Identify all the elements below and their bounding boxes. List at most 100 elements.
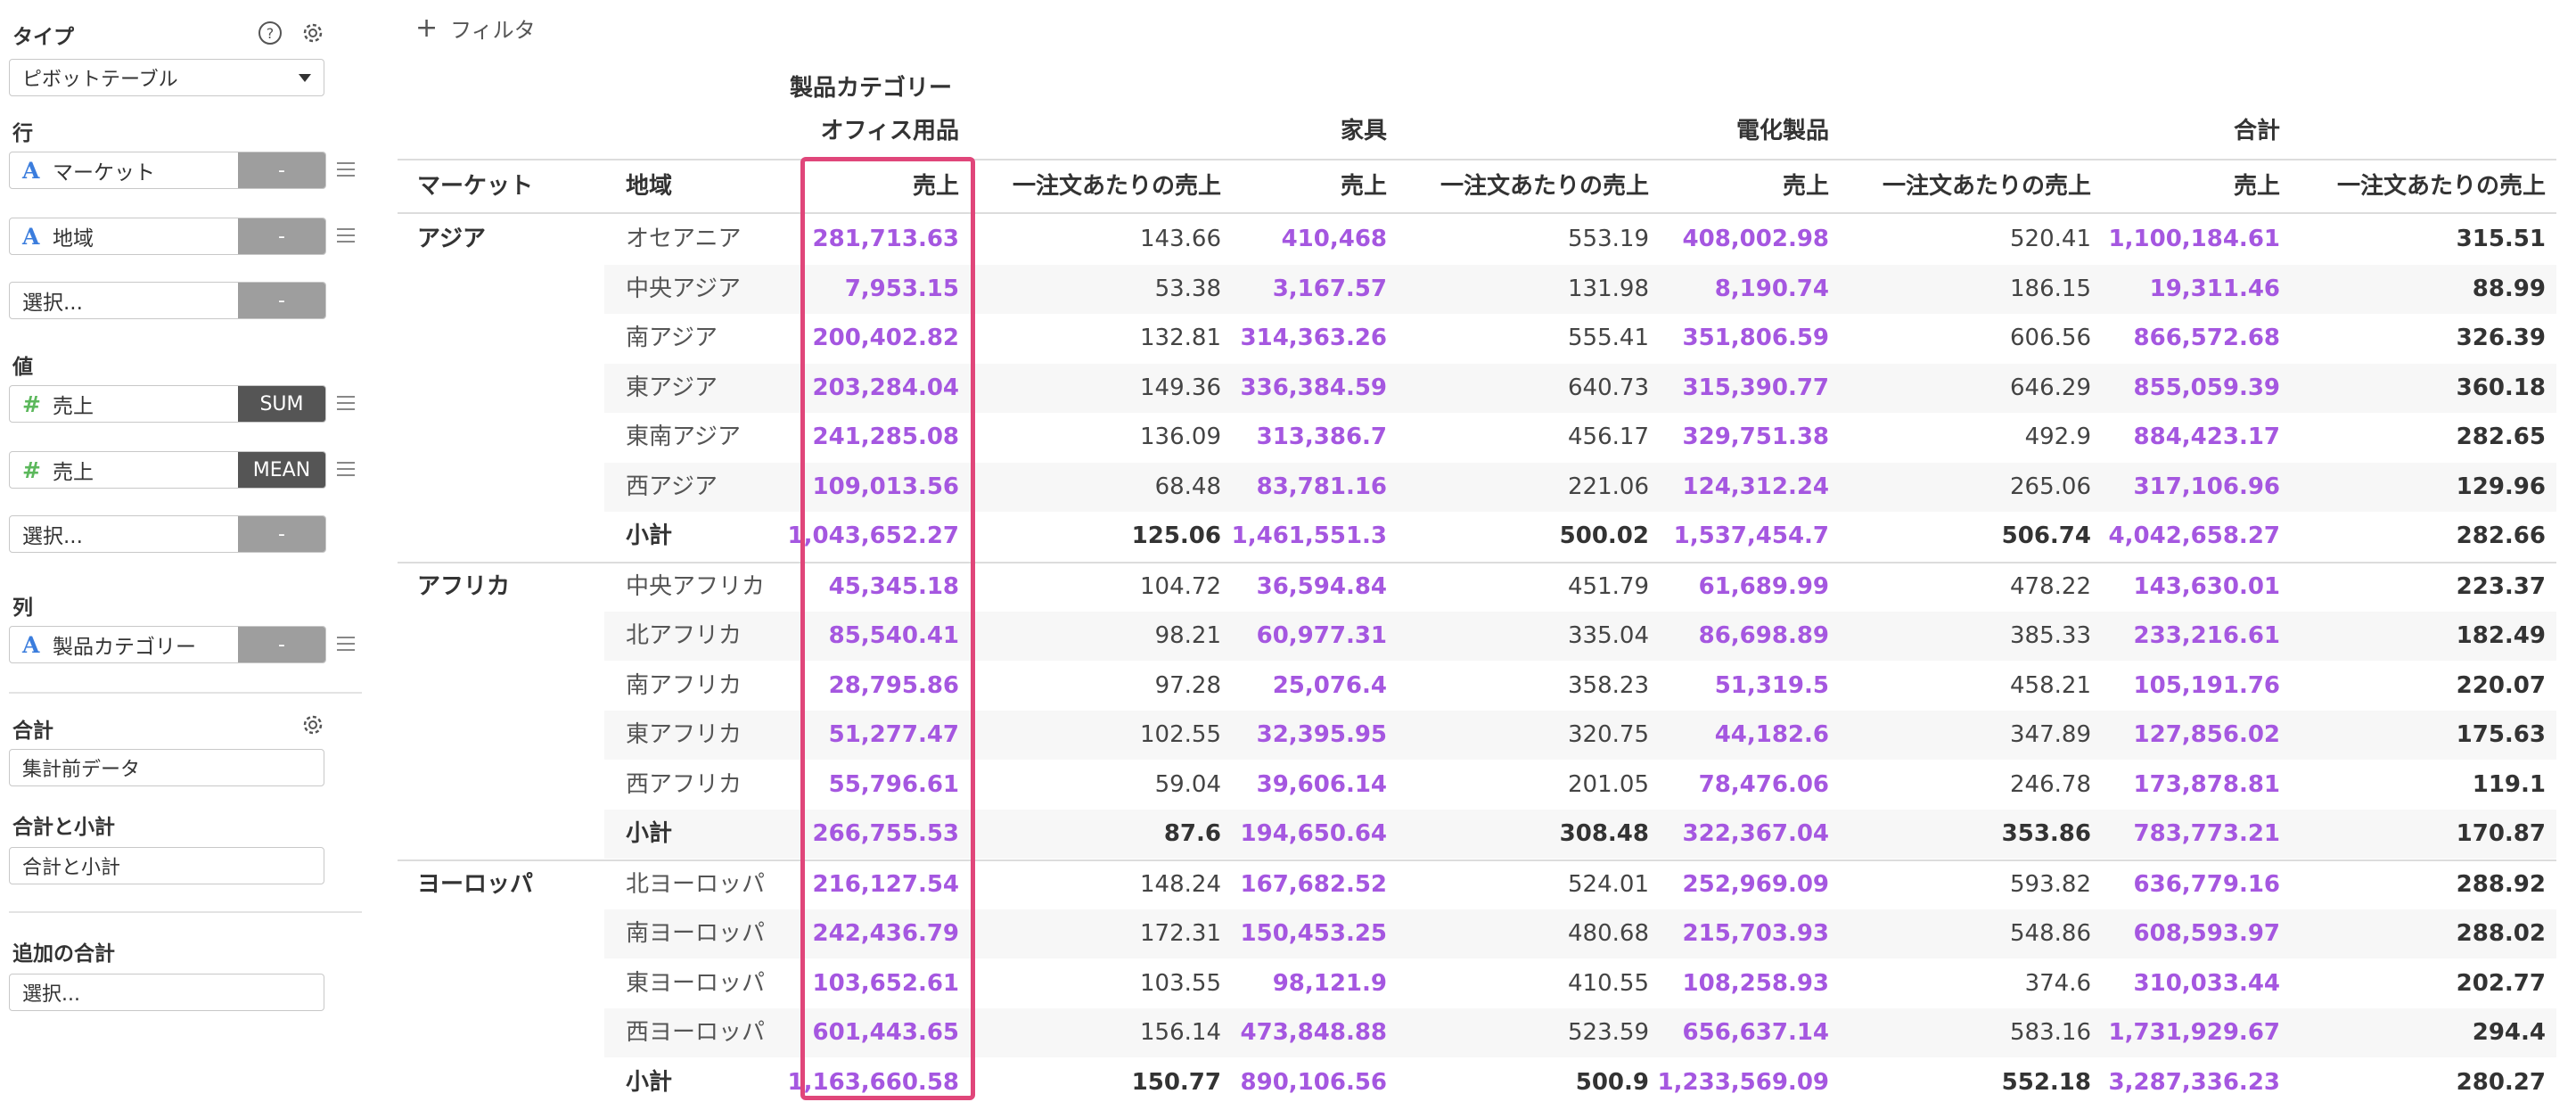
- total-subtotal-field[interactable]: 合計と小計: [9, 847, 324, 884]
- table-cell: 336,384.59: [1240, 374, 1387, 401]
- category-header: 家具: [1340, 118, 1387, 144]
- table-cell: 167,682.52: [1240, 870, 1387, 898]
- table-cell: 351,806.59: [1682, 325, 1829, 351]
- table-cell: 347.89: [2010, 721, 2091, 748]
- column-group-title: 製品カテゴリー: [790, 75, 953, 102]
- table-cell: 252,969.09: [1682, 870, 1829, 898]
- number-type-icon: #: [22, 456, 41, 483]
- field-aggregation-button[interactable]: MEAN: [238, 452, 325, 488]
- table-cell: 320.75: [1568, 721, 1649, 748]
- type-label: タイプ: [12, 26, 74, 49]
- table-cell: 44,182.6: [1714, 721, 1829, 748]
- chart-type-select[interactable]: ピボットテーブル: [9, 59, 324, 96]
- chevron-down-icon: [299, 73, 311, 82]
- table-cell: 186.15: [2010, 275, 2091, 302]
- field-aggregation-button[interactable]: -: [238, 627, 325, 662]
- table-cell: 1,163,660.58: [787, 1068, 959, 1096]
- table-cell: 783,773.21: [2133, 820, 2280, 847]
- table-cell: 182.49: [2456, 622, 2546, 649]
- market-label: アジア: [417, 226, 486, 252]
- help-icon[interactable]: ?: [257, 20, 283, 46]
- field-aggregation-button[interactable]: -: [238, 218, 325, 254]
- table-cell: 608,593.97: [2133, 920, 2280, 947]
- row-field-region[interactable]: A 地域 -: [9, 218, 326, 255]
- drag-handle-icon[interactable]: [337, 462, 355, 478]
- table-cell: 640.73: [1568, 374, 1649, 401]
- table-cell: 329,751.38: [1682, 424, 1829, 450]
- table-cell: 601,443.65: [812, 1019, 959, 1046]
- total-mode-field[interactable]: 集計前データ: [9, 749, 324, 786]
- table-cell: 200,402.82: [812, 325, 959, 351]
- measure-header: 売上: [1782, 173, 1829, 200]
- column-field-category[interactable]: A 製品カテゴリー -: [9, 626, 326, 663]
- pivot-settings-sidebar: タイプ ? ピボットテーブル 行 A マーケット - A 地域 - 選択... - …: [0, 0, 367, 1102]
- table-cell: 1,100,184.61: [2108, 226, 2280, 252]
- category-header: オフィス用品: [820, 118, 959, 144]
- drag-handle-icon[interactable]: [337, 162, 355, 178]
- category-header: 電化製品: [1735, 118, 1829, 144]
- table-cell: 315.51: [2456, 226, 2546, 252]
- table-cell: 374.6: [2024, 969, 2091, 997]
- extra-total-field[interactable]: 選択...: [9, 974, 324, 1011]
- row-field-market[interactable]: A マーケット -: [9, 152, 326, 189]
- row-field-select[interactable]: 選択... -: [9, 282, 326, 319]
- table-cell: 201.05: [1568, 770, 1649, 798]
- table-cell: 890,106.56: [1240, 1068, 1387, 1096]
- gear-icon[interactable]: [299, 711, 326, 738]
- pivot-table: 製品カテゴリー オフィス用品 家具 電化製品 合計 マーケット 地域 売上 一注文あたりの売上 売…: [398, 0, 2556, 1102]
- table-cell: 1,537,454.7: [1673, 522, 1829, 549]
- region-label: 北アフリカ: [626, 622, 742, 649]
- table-cell: 315,390.77: [1682, 374, 1829, 401]
- table-cell: 39,606.14: [1256, 770, 1387, 798]
- table-cell: 129.96: [2456, 473, 2546, 500]
- table-cell: 1,461,551.3: [1231, 522, 1387, 549]
- gear-icon[interactable]: [299, 20, 326, 46]
- table-cell: 150.77: [1131, 1068, 1221, 1096]
- table-cell: 855,059.39: [2133, 374, 2280, 401]
- drag-handle-icon[interactable]: [337, 228, 355, 244]
- table-cell: 583.16: [2010, 1019, 2091, 1046]
- table-cell: 288.92: [2456, 870, 2546, 898]
- table-cell: 143,630.01: [2133, 572, 2280, 600]
- field-aggregation-button[interactable]: -: [238, 516, 325, 552]
- table-cell: 124,312.24: [1682, 473, 1829, 500]
- table-cell: 172.31: [1140, 920, 1221, 947]
- value-field-sales-sum[interactable]: # 売上 SUM: [9, 385, 326, 423]
- table-cell: 480.68: [1568, 920, 1649, 947]
- table-cell: 523.59: [1568, 1019, 1649, 1046]
- table-cell: 884,423.17: [2133, 424, 2280, 450]
- field-placeholder: 選択...: [22, 292, 83, 315]
- measure-header: 売上: [1340, 173, 1387, 200]
- field-aggregation-button[interactable]: SUM: [238, 386, 325, 422]
- header-divider: [398, 159, 2556, 160]
- table-cell: 553.19: [1568, 226, 1649, 252]
- drag-handle-icon[interactable]: [337, 396, 355, 412]
- field-name: 売上: [53, 395, 94, 418]
- svg-text:?: ?: [267, 25, 275, 42]
- table-cell: 221.06: [1568, 473, 1649, 500]
- region-label: オセアニア: [626, 226, 742, 252]
- table-cell: 500.9: [1575, 1068, 1649, 1096]
- number-type-icon: #: [22, 391, 41, 417]
- table-cell: 313,386.7: [1256, 424, 1387, 450]
- table-cell: 385.33: [2010, 622, 2091, 649]
- table-cell: 555.41: [1568, 325, 1649, 351]
- table-cell: 97.28: [1154, 671, 1221, 699]
- field-name: 売上: [53, 461, 94, 484]
- table-cell: 32,395.95: [1256, 721, 1387, 748]
- region-label: 東南アジア: [626, 424, 741, 450]
- table-cell: 28,795.86: [828, 671, 959, 699]
- table-cell: 223.37: [2456, 572, 2546, 600]
- field-aggregation-button[interactable]: -: [238, 283, 325, 318]
- region-label: 中央アフリカ: [626, 572, 766, 600]
- field-aggregation-button[interactable]: -: [238, 152, 325, 188]
- total-subtotal-label: 合計と小計: [12, 816, 115, 839]
- table-cell: 175.63: [2456, 721, 2546, 748]
- table-cell: 60,977.31: [1256, 622, 1387, 649]
- value-field-select[interactable]: 選択... -: [9, 515, 326, 553]
- drag-handle-icon[interactable]: [337, 637, 355, 653]
- value-field-sales-mean[interactable]: # 売上 MEAN: [9, 451, 326, 489]
- region-label: 南アジア: [626, 325, 718, 351]
- table-cell: 125.06: [1131, 522, 1221, 549]
- table-cell: 103,652.61: [812, 969, 959, 997]
